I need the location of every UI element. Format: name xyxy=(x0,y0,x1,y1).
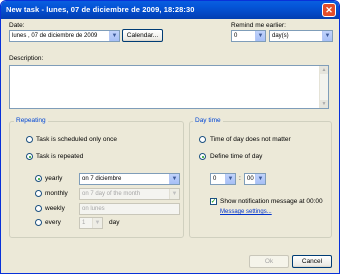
hour-value: 0 xyxy=(213,176,217,182)
close-icon[interactable]: ✕ xyxy=(322,3,336,17)
every-radio[interactable] xyxy=(35,219,42,226)
task-repeated-radio[interactable] xyxy=(26,153,33,160)
description-scrollbar[interactable]: ▲ ▼ xyxy=(319,66,328,108)
chevron-down-icon[interactable]: ▼ xyxy=(92,218,102,228)
title-bar[interactable]: New task - lunes, 07 de diciembre de 200… xyxy=(1,1,339,19)
show-notification-checkbox[interactable]: ✓ xyxy=(210,198,217,205)
yearly-select[interactable]: on 7 diciembre ▼ xyxy=(79,173,180,185)
show-notification-label: Show notification message at 00:00 xyxy=(220,198,323,205)
scroll-down-icon[interactable]: ▼ xyxy=(320,100,328,108)
every-days-value: 1 xyxy=(82,220,86,226)
chevron-down-icon[interactable]: ▼ xyxy=(322,31,332,41)
define-time-label: Define time of day xyxy=(210,153,263,160)
remind-amount-select[interactable]: 0 ▼ xyxy=(231,30,266,42)
monthly-value: on 7 day of the month xyxy=(82,191,141,197)
scheduled-once-radio[interactable] xyxy=(26,136,33,143)
minute-select[interactable]: 00 ▼ xyxy=(244,173,266,185)
description-textarea[interactable]: ▲ ▼ xyxy=(9,65,329,109)
task-repeated-label: Task is repeated xyxy=(36,153,84,160)
weekly-input[interactable]: on lunes xyxy=(79,203,180,215)
minute-value: 00 xyxy=(247,176,254,182)
every-days-stepper[interactable]: 1 ▼ xyxy=(79,217,103,229)
define-time-radio[interactable] xyxy=(199,153,206,160)
date-label: Date: xyxy=(9,22,25,29)
date-value: lunes , 07 de diciembre de 2009 xyxy=(12,33,98,39)
monthly-label: monthly xyxy=(45,190,68,197)
scheduled-once-label: Task is scheduled only once xyxy=(36,136,117,143)
chevron-down-icon[interactable]: ▼ xyxy=(225,174,235,184)
calendar-button[interactable]: Calendar... xyxy=(122,29,163,42)
time-not-matter-radio[interactable] xyxy=(199,136,206,143)
weekly-radio[interactable] xyxy=(35,205,42,212)
remind-unit-select[interactable]: day(s) ▼ xyxy=(269,30,333,42)
every-suffix-label: day xyxy=(109,219,120,226)
chevron-down-icon[interactable]: ▼ xyxy=(169,174,179,184)
cancel-button[interactable]: Cancel xyxy=(292,255,332,268)
hour-select[interactable]: 0 ▼ xyxy=(210,173,236,185)
time-not-matter-label: Time of day does not matter xyxy=(210,136,291,143)
new-task-window: New task - lunes, 07 de diciembre de 200… xyxy=(0,0,340,274)
weekly-label: weekly xyxy=(45,205,65,212)
remind-amount-value: 0 xyxy=(234,33,238,39)
date-picker[interactable]: lunes , 07 de diciembre de 2009 ▼ xyxy=(9,30,120,42)
window-title: New task - lunes, 07 de diciembre de 200… xyxy=(6,5,195,14)
message-settings-link[interactable]: Message settings... xyxy=(220,209,272,215)
yearly-radio[interactable] xyxy=(35,175,42,182)
chevron-down-icon[interactable]: ▼ xyxy=(255,174,265,184)
description-label: Description: xyxy=(9,55,44,62)
chevron-down-icon[interactable]: ▼ xyxy=(169,189,179,199)
every-label: every xyxy=(45,219,61,226)
remind-unit-value: day(s) xyxy=(272,33,289,39)
monthly-select[interactable]: on 7 day of the month ▼ xyxy=(79,188,180,200)
time-separator: : xyxy=(239,175,241,182)
yearly-label: yearly xyxy=(45,175,63,182)
chevron-down-icon[interactable]: ▼ xyxy=(255,31,265,41)
daytime-group-title: Day time xyxy=(193,117,223,124)
scroll-up-icon[interactable]: ▲ xyxy=(320,66,328,74)
remind-label: Remind me earlier: xyxy=(231,22,286,29)
monthly-radio[interactable] xyxy=(35,190,42,197)
ok-button[interactable]: Ok xyxy=(249,255,289,268)
weekly-value: on lunes xyxy=(82,206,105,212)
chevron-down-icon[interactable]: ▼ xyxy=(109,31,119,41)
yearly-value: on 7 diciembre xyxy=(82,176,122,182)
repeating-group-title: Repeating xyxy=(14,117,48,124)
